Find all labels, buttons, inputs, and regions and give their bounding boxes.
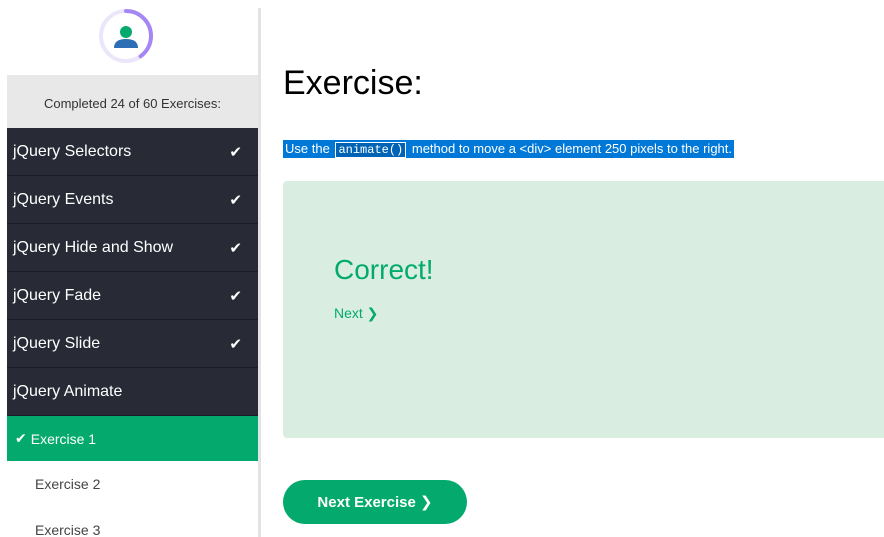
sidebar-divider — [258, 8, 261, 537]
app-root: Completed 24 of 60 Exercises: jQuery Sel… — [0, 0, 884, 537]
exercise-instruction: Use the animate() method to move a <div>… — [283, 140, 735, 158]
menu-item-label: jQuery Selectors — [13, 142, 132, 160]
next-exercise-button[interactable]: Next Exercise ❯ — [283, 480, 467, 524]
checkmark-icon: ✔ — [229, 191, 242, 209]
menu-item-jquery-hide-and-show[interactable]: jQuery Hide and Show ✔ — [7, 224, 258, 272]
sub-item-label: Exercise 3 — [35, 522, 101, 537]
instruction-code: animate() — [335, 142, 407, 158]
checkmark-icon: ✔ — [229, 239, 242, 257]
sub-item-label: Exercise 2 — [35, 476, 101, 492]
menu-item-jquery-animate[interactable]: jQuery Animate — [7, 368, 258, 416]
user-avatar-icon — [99, 9, 153, 63]
menu-item-label: jQuery Fade — [13, 286, 102, 304]
instruction-text-after: method to move a <div> element 250 pixel… — [411, 141, 733, 156]
menu-item-jquery-fade[interactable]: jQuery Fade ✔ — [7, 272, 258, 320]
sub-item-label: Exercise 1 — [30, 430, 97, 447]
sidebar: Completed 24 of 60 Exercises: jQuery Sel… — [0, 0, 258, 537]
page-title: Exercise: — [283, 64, 423, 102]
menu-item-label: jQuery Hide and Show — [13, 238, 174, 256]
progress-text: Completed 24 of 60 Exercises: — [43, 96, 222, 111]
progress-summary: Completed 24 of 60 Exercises: — [7, 75, 258, 128]
result-status: Correct! — [334, 254, 434, 285]
exercise-menu: jQuery Selectors ✔ jQuery Events ✔ jQuer… — [7, 128, 258, 537]
menu-item-jquery-slide[interactable]: jQuery Slide ✔ — [7, 320, 258, 368]
checkmark-icon: ✔ — [229, 335, 242, 353]
avatar[interactable] — [98, 8, 154, 64]
checkmark-icon: ✔ — [15, 430, 27, 446]
menu-item-jquery-selectors[interactable]: jQuery Selectors ✔ — [7, 128, 258, 176]
checkmark-icon: ✔ — [229, 287, 242, 305]
sub-item-exercise-2[interactable]: Exercise 2 — [7, 461, 258, 507]
next-link[interactable]: Next ❯ — [334, 305, 378, 322]
menu-item-label: jQuery Slide — [13, 334, 101, 352]
sub-item-exercise-3[interactable]: Exercise 3 — [7, 507, 258, 537]
instruction-text-before: Use the — [285, 141, 330, 156]
checkmark-icon: ✔ — [229, 143, 242, 161]
sub-item-exercise-1[interactable]: ✔ Exercise 1 — [7, 416, 258, 461]
menu-item-label: jQuery Animate — [13, 382, 123, 400]
menu-item-jquery-events[interactable]: jQuery Events ✔ — [7, 176, 258, 224]
result-panel: Correct! Next ❯ — [283, 181, 884, 438]
menu-item-label: jQuery Events — [13, 190, 114, 208]
